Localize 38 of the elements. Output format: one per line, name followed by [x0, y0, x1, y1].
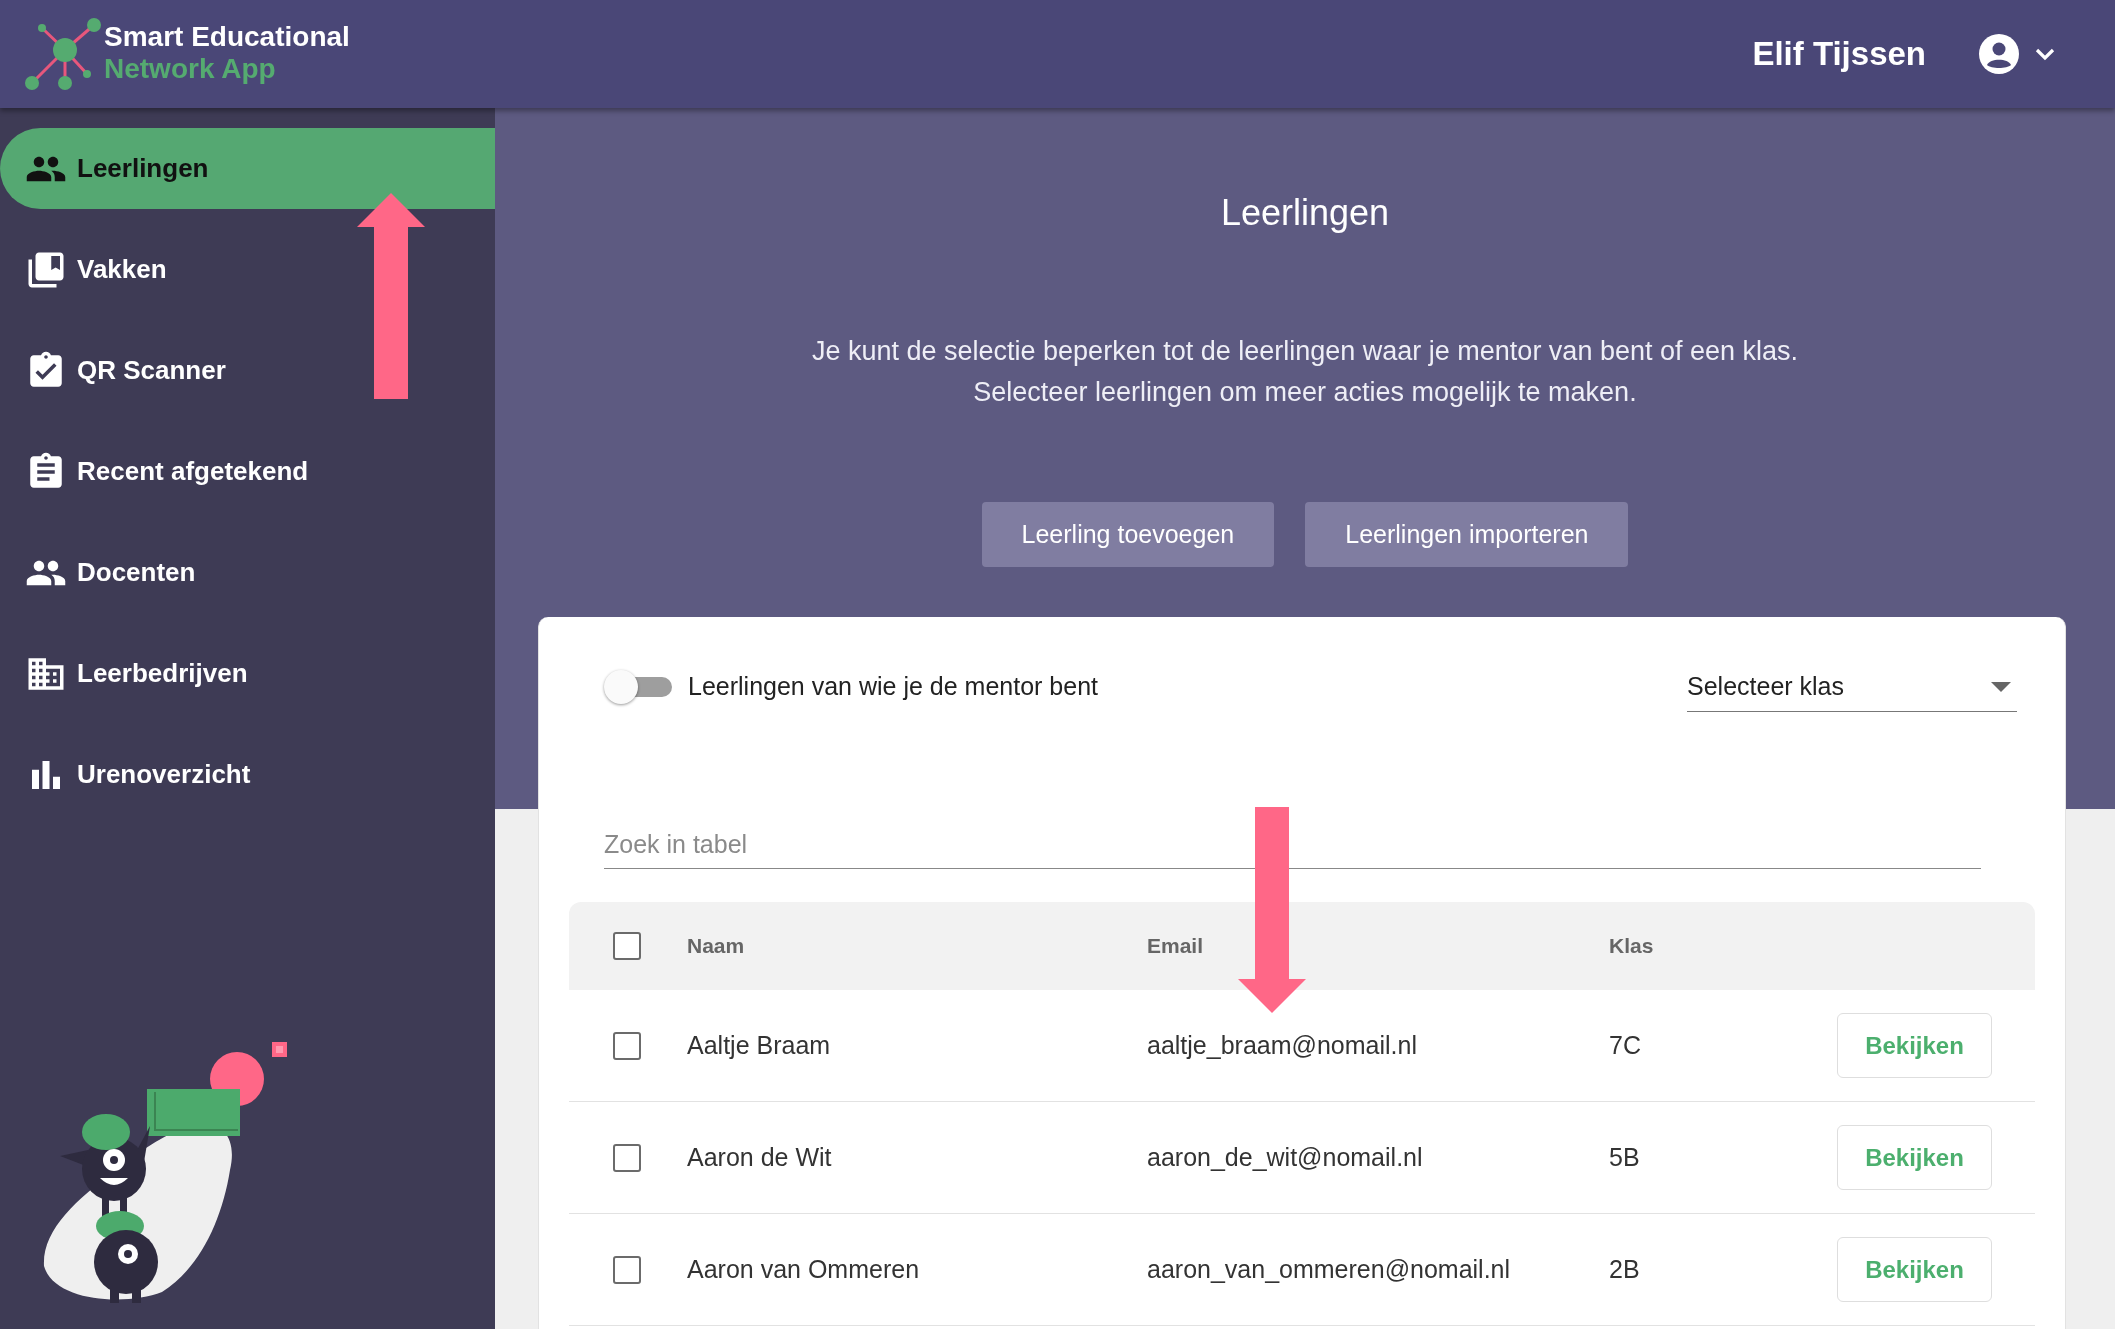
caret-down-icon: [1991, 681, 2011, 692]
table-cell: Aaron van Ommeren: [687, 1254, 920, 1283]
table-cell: 5B: [1609, 1142, 1640, 1171]
column-header: Klas: [1609, 934, 1654, 958]
chevron-down-icon[interactable]: [2035, 47, 2055, 61]
table-cell: aaltje_braam@nomail.nl: [1147, 1030, 1417, 1059]
sidebar-item[interactable]: Leerbedrijven: [0, 633, 495, 714]
network-logo-icon: [25, 17, 101, 91]
table-cell: aaron_van_ommeren@nomail.nl: [1147, 1254, 1511, 1283]
table-cell: 7C: [1609, 1030, 1641, 1059]
import-students-button[interactable]: Leerlingen importeren: [1305, 502, 1629, 567]
row-checkbox[interactable]: [613, 1143, 641, 1172]
description-text: Je kunt de selectie beperken tot de leerlingen waar je mentor van bent of een klas.: [811, 335, 1799, 368]
table-cell: Aaron de Wit: [687, 1142, 832, 1171]
column-header: Email: [1147, 934, 1204, 958]
account-icon[interactable]: [1979, 34, 2019, 74]
toggle-label: Leerlingen van wie je de mentor bent: [688, 671, 1098, 703]
sidebar-item[interactable]: Leerlingen: [0, 128, 495, 209]
column-header: Naam: [687, 934, 745, 958]
user-name: Elif Tijssen: [1752, 34, 1926, 75]
logo-text: Smart Educational: [104, 21, 350, 53]
logo-text: Network App: [104, 53, 277, 85]
class-select[interactable]: Selecteer klas: [1687, 662, 2017, 712]
row-checkbox[interactable]: [613, 1255, 641, 1284]
row-checkbox[interactable]: [613, 1031, 641, 1060]
sidebar-item[interactable]: Docenten: [0, 532, 495, 613]
sidebar-item[interactable]: Recent afgetekend: [0, 431, 495, 512]
table-cell: 2B: [1609, 1254, 1640, 1283]
table-cell: aaron_de_wit@nomail.nl: [1147, 1142, 1423, 1171]
add-student-button[interactable]: Leerling toevoegen: [981, 502, 1275, 567]
select-all-checkbox[interactable]: [613, 932, 641, 960]
description-text: Selecteer leerlingen om meer acties mogelijk te maken.: [973, 376, 1637, 409]
page-title: Leerlingen: [1220, 191, 1390, 235]
sidebar-item[interactable]: Vakken: [0, 229, 495, 310]
table-cell: Aaltje Braam: [687, 1030, 831, 1059]
sidebar-item[interactable]: QR Scanner: [0, 330, 495, 411]
sidebar-item[interactable]: Urenoverzicht: [0, 734, 495, 815]
mentor-toggle[interactable]: [604, 670, 672, 704]
